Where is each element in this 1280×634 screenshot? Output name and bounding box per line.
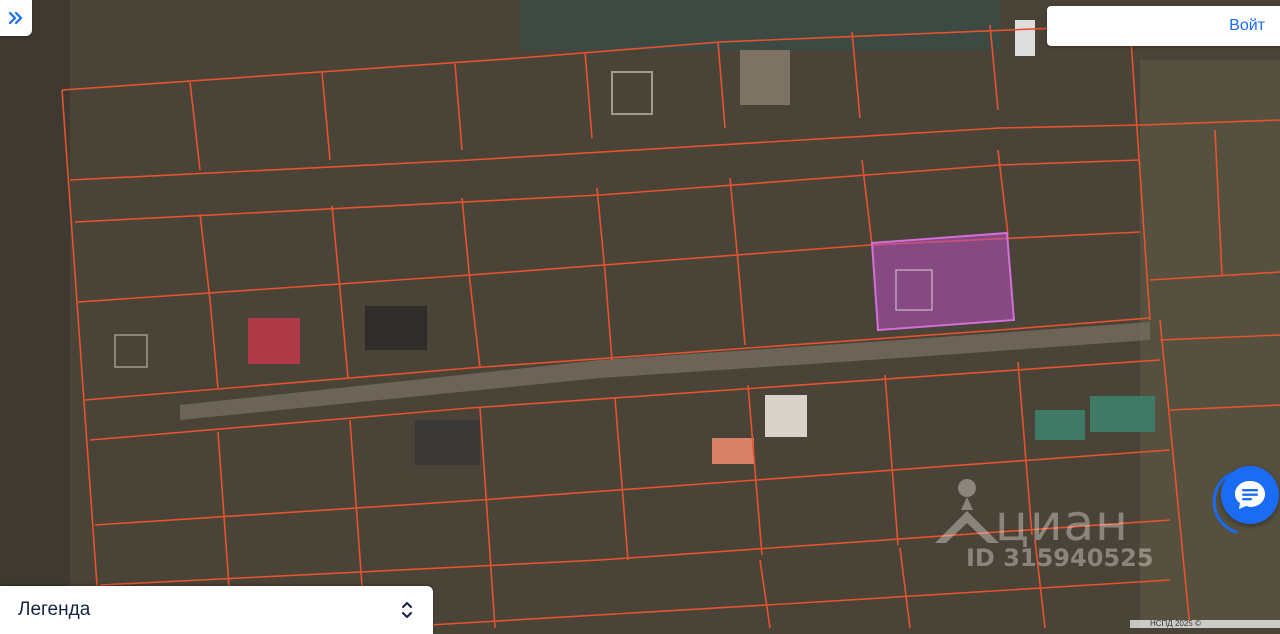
expand-panel-button[interactable] <box>0 0 32 36</box>
building-roof <box>765 395 807 437</box>
legend-panel[interactable]: Легенда <box>0 586 433 634</box>
building-roof <box>248 318 300 364</box>
login-button-label: Войт <box>1229 17 1265 34</box>
watermark-id: ID 315940525 <box>966 544 1154 572</box>
chevron-up-down-icon[interactable] <box>401 600 413 620</box>
building-roof <box>415 420 480 465</box>
legend-label: Легенда <box>18 599 91 620</box>
selected-parcel[interactable] <box>870 231 1016 332</box>
building-roof <box>1035 410 1085 440</box>
building-roof <box>712 438 754 464</box>
double-chevron-right-icon <box>8 11 23 25</box>
chat-button[interactable] <box>1221 466 1279 524</box>
chat-bubble-icon <box>1235 481 1265 509</box>
building-roof <box>1090 396 1155 432</box>
map-attribution: НСПД 2025 © <box>1130 620 1280 628</box>
building-roof <box>365 306 427 350</box>
login-button[interactable]: Войт <box>1047 6 1280 46</box>
building-roof <box>1015 20 1035 56</box>
